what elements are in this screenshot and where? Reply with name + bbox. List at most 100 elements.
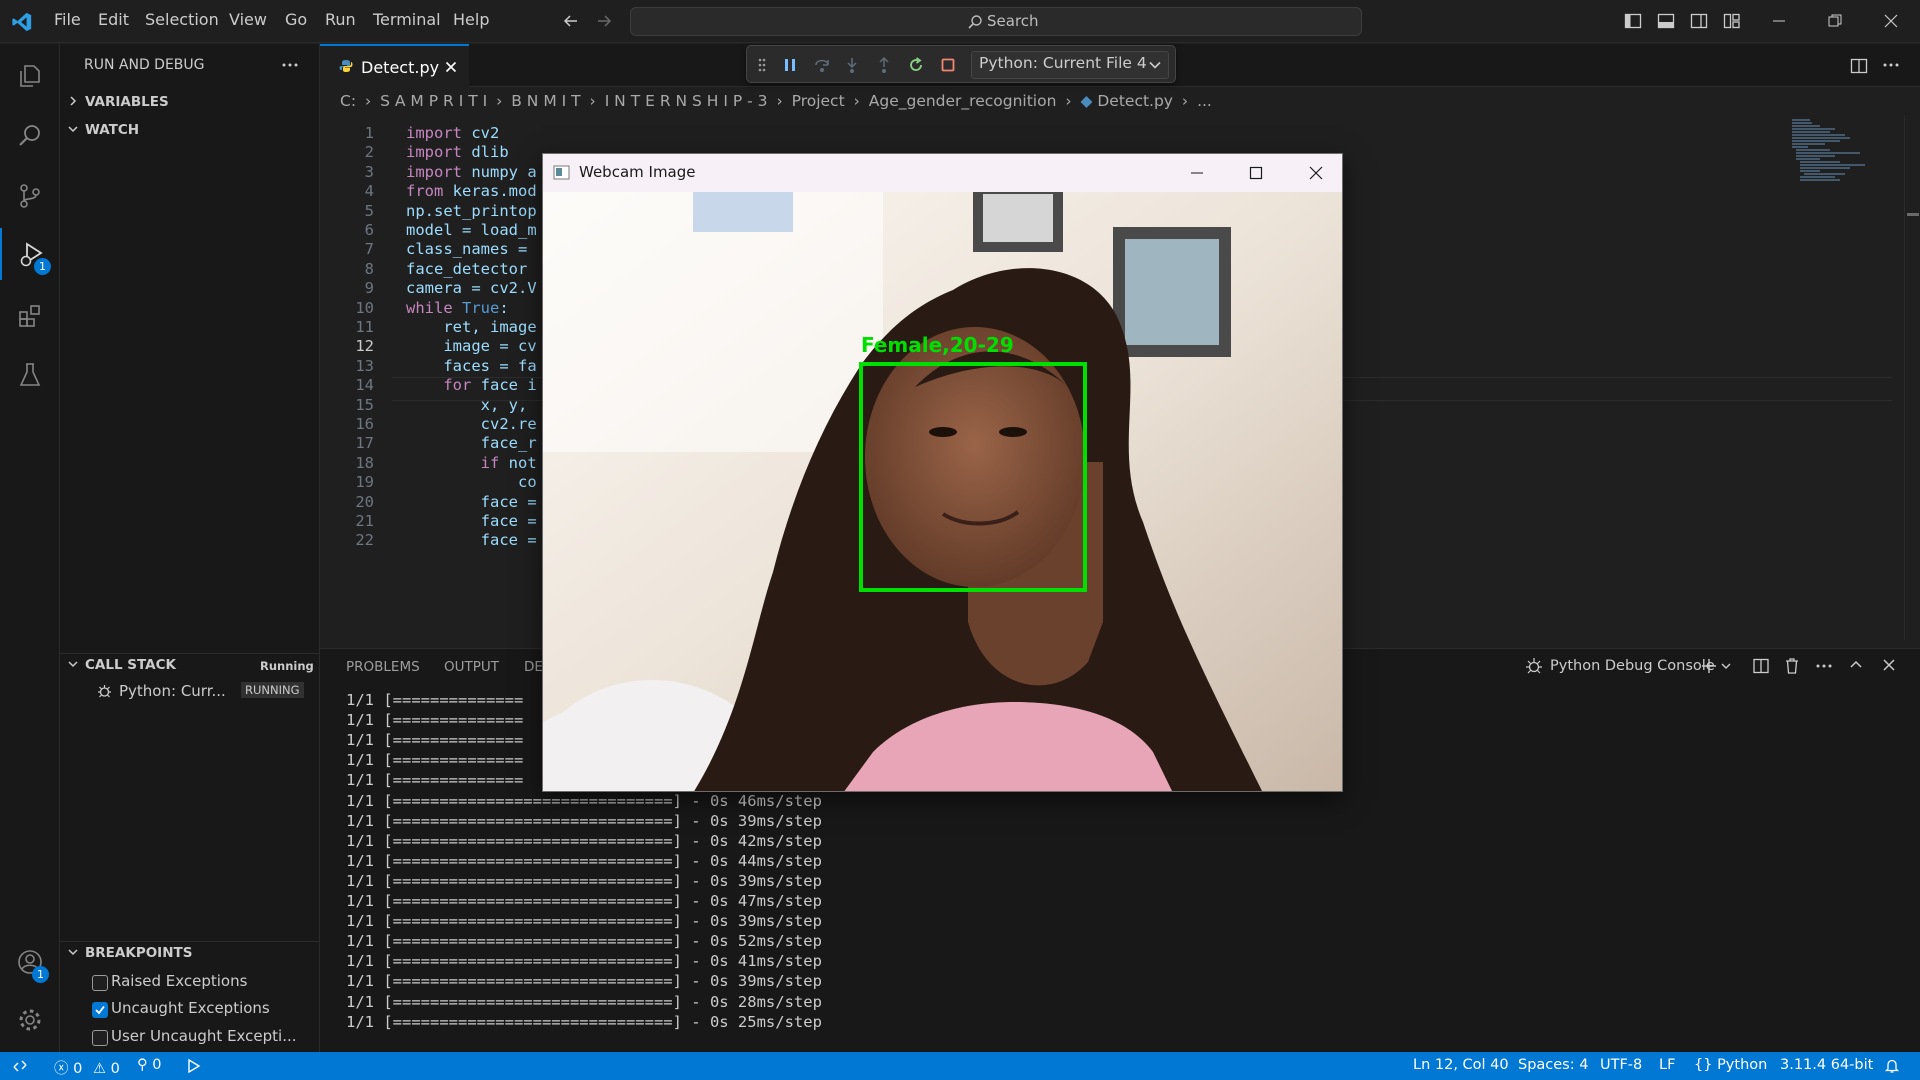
explorer-icon[interactable]	[0, 50, 60, 102]
run-and-debug-icon[interactable]: 1	[0, 228, 62, 280]
toggle-secondary-sidebar-icon[interactable]	[1690, 12, 1708, 30]
restart-icon[interactable]	[907, 56, 925, 74]
accounts-icon[interactable]: 1	[0, 936, 60, 988]
tab-label: Detect.py	[361, 58, 440, 77]
terminal-selector-label[interactable]: Python Debug Console	[1550, 658, 1715, 674]
ports-count: 0	[152, 1057, 162, 1073]
extensions-icon[interactable]	[0, 290, 60, 342]
notifications-bell-icon[interactable]	[1884, 1058, 1900, 1074]
breadcrumb-item[interactable]: ...	[1197, 92, 1212, 110]
step-over-icon[interactable]	[813, 56, 831, 74]
command-center-search[interactable]: Search	[630, 7, 1362, 36]
minimize-window-icon[interactable]	[1189, 165, 1205, 181]
scrollbar-thumb[interactable]	[1907, 213, 1919, 216]
forward-arrow-icon[interactable]	[595, 12, 613, 30]
tab-output[interactable]: OUTPUT	[444, 659, 499, 675]
console-output-line: 1/1 [==============================] - 0…	[346, 791, 822, 810]
toggle-panel-icon[interactable]	[1657, 12, 1675, 30]
menu-run[interactable]: Run	[325, 10, 356, 29]
call-stack-item[interactable]: Python: Curr... RUNNING	[60, 680, 320, 704]
user-uncaught-exceptions-checkbox[interactable]	[92, 1030, 108, 1046]
close-tab-icon[interactable]	[444, 60, 458, 74]
python-interpreter[interactable]: 3.11.4 64-bit	[1780, 1057, 1873, 1073]
uncaught-exceptions-checkbox[interactable]	[92, 1002, 108, 1018]
menu-file[interactable]: File	[54, 10, 81, 29]
code-line: image = cv	[406, 337, 537, 356]
minimize-window-icon[interactable]	[1770, 12, 1788, 30]
tab-problems[interactable]: PROBLEMS	[346, 659, 420, 675]
drag-handle-icon[interactable]	[757, 56, 767, 74]
split-editor-icon[interactable]	[1850, 57, 1868, 75]
chevron-down-icon[interactable]	[1720, 659, 1732, 673]
menu-go[interactable]: Go	[285, 10, 307, 29]
trash-icon[interactable]	[1783, 657, 1801, 675]
call-stack-label: CALL STACK	[85, 657, 176, 673]
menu-selection[interactable]: Selection	[145, 10, 219, 29]
breakpoints-section-header[interactable]: BREAKPOINTS	[60, 941, 320, 966]
line-number: 10	[355, 298, 374, 317]
end-of-line[interactable]: LF	[1659, 1057, 1675, 1073]
editor-more-actions-icon[interactable]	[1882, 58, 1900, 72]
testing-flask-icon[interactable]	[0, 349, 60, 401]
stop-icon[interactable]	[939, 56, 957, 74]
split-terminal-icon[interactable]	[1752, 657, 1770, 675]
watch-section-header[interactable]: WATCH	[60, 119, 320, 141]
menu-edit[interactable]: Edit	[98, 10, 129, 29]
language-mode[interactable]: {} Python	[1694, 1057, 1767, 1073]
pause-icon[interactable]	[781, 56, 799, 74]
source-control-icon[interactable]	[0, 170, 60, 222]
errors-status[interactable]: ⓧ 0 ⚠ 0	[54, 1057, 120, 1078]
breadcrumb-item[interactable]: C:	[340, 92, 356, 110]
cursor-position[interactable]: Ln 12, Col 40	[1413, 1057, 1509, 1073]
maximize-panel-icon[interactable]	[1848, 657, 1864, 673]
menu-terminal[interactable]: Terminal	[373, 10, 441, 29]
run-debug-badge: 1	[34, 258, 51, 275]
debug-launch-icon[interactable]	[184, 1058, 202, 1074]
error-icon: ⓧ	[54, 1061, 69, 1077]
manage-gear-icon[interactable]	[0, 994, 60, 1046]
minimap[interactable]	[1790, 117, 1870, 187]
ports-status[interactable]: ⚲ 0	[137, 1057, 161, 1073]
new-terminal-plus-icon[interactable]	[1700, 657, 1718, 675]
breadcrumb-item[interactable]: Age_gender_recognition	[869, 92, 1057, 110]
menu-view[interactable]: View	[229, 10, 267, 29]
maximize-window-icon[interactable]	[1248, 165, 1264, 181]
breadcrumb-item[interactable]: Project	[792, 92, 845, 110]
close-panel-icon[interactable]	[1881, 657, 1897, 673]
breadcrumb-item[interactable]: S A M P R I T I	[380, 92, 487, 110]
back-arrow-icon[interactable]	[562, 12, 580, 30]
code-line: co	[406, 473, 537, 492]
sidebar-title: RUN AND DEBUG	[84, 57, 205, 73]
indentation[interactable]: Spaces: 4	[1518, 1057, 1588, 1073]
raised-exceptions-checkbox[interactable]	[92, 975, 108, 991]
panel-more-actions-icon[interactable]	[1815, 659, 1833, 673]
breadcrumb-item[interactable]: B N M I T	[511, 92, 580, 110]
line-number: 11	[355, 318, 374, 336]
search-view-icon[interactable]	[0, 110, 60, 162]
breadcrumb-item[interactable]: I N T E R N S H I P - 3	[605, 92, 768, 110]
tab-debug-console[interactable]: DE	[524, 659, 543, 675]
accounts-badge: 1	[32, 966, 49, 983]
variables-section-header[interactable]: VARIABLES	[60, 91, 320, 113]
more-actions-icon[interactable]	[281, 58, 299, 72]
customize-layout-icon[interactable]	[1723, 12, 1741, 30]
encoding[interactable]: UTF-8	[1600, 1057, 1642, 1073]
debug-console-icon	[1524, 656, 1544, 676]
debug-configuration-select[interactable]: Python: Current File 4	[971, 51, 1169, 79]
close-window-icon[interactable]	[1882, 12, 1900, 30]
menu-help[interactable]: Help	[453, 10, 489, 29]
toggle-primary-sidebar-icon[interactable]	[1624, 12, 1642, 30]
webcam-window-titlebar[interactable]: Webcam Image	[543, 154, 1342, 192]
step-into-icon[interactable]	[843, 56, 861, 74]
tab-detect-py[interactable]: Detect.py	[320, 44, 469, 87]
breadcrumb-item[interactable]: Detect.py	[1097, 92, 1173, 110]
call-stack-section-header[interactable]: CALL STACK Running	[60, 653, 320, 678]
warning-icon: ⚠	[92, 1061, 106, 1077]
code-line: cv2.re	[406, 415, 537, 433]
webcam-image-window[interactable]: Webcam Image Female,20-29	[542, 153, 1343, 792]
close-window-icon[interactable]	[1308, 165, 1324, 181]
remote-indicator-icon[interactable]	[12, 1058, 28, 1074]
step-out-icon[interactable]	[875, 56, 893, 74]
restore-window-icon[interactable]	[1826, 12, 1844, 30]
editor-scrollbar[interactable]	[1904, 115, 1919, 640]
